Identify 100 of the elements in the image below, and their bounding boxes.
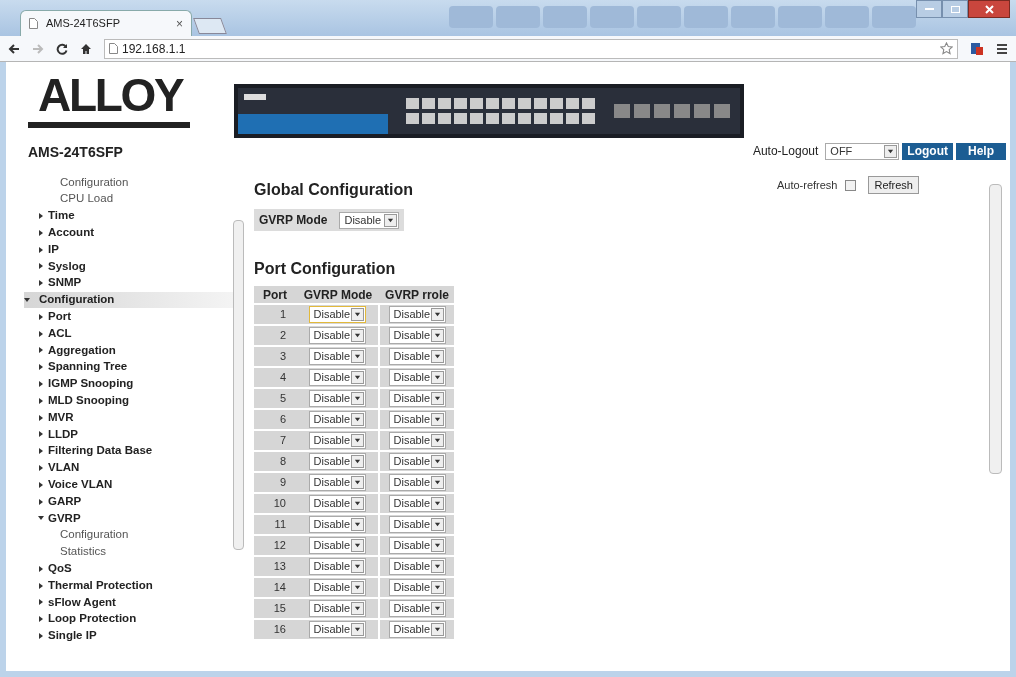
gvrp-role-select[interactable]: Disable: [388, 369, 446, 386]
select-value: Disable: [313, 538, 351, 554]
gvrp-role-select[interactable]: Disable: [388, 390, 446, 407]
auto-logout-select[interactable]: OFF: [825, 142, 900, 160]
menu-group-item[interactable]: GARP: [24, 493, 233, 510]
gvrp-role-select[interactable]: Disable: [388, 537, 446, 554]
help-button[interactable]: Help: [956, 142, 1006, 160]
browser-tab[interactable]: AMS-24T6SFP ×: [20, 10, 192, 36]
select-value: Disable: [344, 212, 382, 228]
menu-group-item[interactable]: MVR: [24, 409, 233, 426]
close-icon: [984, 4, 994, 14]
port-number: 10: [272, 496, 287, 512]
gvrp-mode-select[interactable]: Disable: [308, 306, 366, 323]
menu-group-item[interactable]: Configuration: [24, 291, 233, 309]
menu-group-item[interactable]: Filtering Data Base: [24, 442, 233, 460]
new-tab-button[interactable]: [193, 18, 227, 34]
gvrp-role-select[interactable]: Disable: [388, 327, 446, 344]
back-arrow-icon[interactable]: [8, 42, 20, 55]
gvrp-role-select[interactable]: Disable: [388, 453, 446, 470]
menu-group-item[interactable]: Voice VLAN: [24, 476, 233, 494]
gvrp-role-select[interactable]: Disable: [388, 621, 446, 638]
menu-group-item[interactable]: SNMP: [24, 274, 233, 292]
port-number: 8: [278, 454, 287, 470]
menu-group-item[interactable]: Time: [24, 207, 233, 225]
port-number: 15: [272, 601, 287, 617]
caret-icon: [433, 521, 441, 528]
select-value: Disable: [393, 349, 431, 365]
gvrp-role-select[interactable]: Disable: [388, 579, 446, 596]
menu-icon[interactable]: [996, 42, 1008, 55]
caret-icon: [433, 500, 441, 507]
gvrp-role-select[interactable]: Disable: [388, 432, 446, 449]
gvrp-mode-select[interactable]: Disable: [308, 327, 366, 344]
gvrp-mode-select[interactable]: Disable: [308, 579, 366, 596]
home-icon[interactable]: [80, 42, 92, 55]
gvrp-role-select[interactable]: Disable: [388, 306, 446, 323]
gvrp-role-select[interactable]: Disable: [388, 348, 446, 365]
gvrp-role-select[interactable]: Disable: [388, 411, 446, 428]
star-icon[interactable]: [940, 42, 953, 55]
gvrp-mode-select[interactable]: Disable: [308, 432, 366, 449]
port-number: 11: [273, 517, 287, 533]
menu-group-item[interactable]: GVRP: [24, 509, 233, 527]
gvrp-role-select[interactable]: Disable: [388, 558, 446, 575]
logout-button[interactable]: Logout: [902, 142, 953, 160]
select-value: Disable: [313, 622, 351, 638]
extension-icon[interactable]: [970, 41, 984, 56]
select-value: Disable: [313, 559, 351, 575]
select-value: Disable: [393, 307, 431, 323]
caret-icon: [353, 500, 361, 507]
gvrp-mode-select[interactable]: Disable: [308, 621, 366, 638]
close-window-button[interactable]: [968, 0, 1010, 18]
forward-arrow-icon[interactable]: [32, 42, 44, 55]
menu-group-item[interactable]: LLDP: [24, 425, 233, 443]
gvrp-role-select[interactable]: Disable: [388, 495, 446, 512]
menu-group-item[interactable]: VLAN: [24, 459, 233, 477]
select-value: Disable: [393, 391, 431, 407]
menu-group-item[interactable]: Spanning Tree: [24, 358, 233, 376]
menu-group-item[interactable]: Account: [24, 224, 233, 242]
menu-group-item[interactable]: Thermal Protection: [24, 577, 233, 594]
auto-refresh-checkbox[interactable]: [845, 179, 857, 191]
menu-group-item[interactable]: QoS: [24, 560, 233, 578]
gvrp-mode-select[interactable]: Disable: [308, 369, 366, 386]
caret-icon: [353, 542, 361, 549]
gvrp-mode-select[interactable]: Disable: [308, 558, 366, 575]
menu-group-item[interactable]: Single IP: [24, 627, 233, 645]
url-field[interactable]: 192.168.1.1: [104, 38, 958, 59]
menu-group-item[interactable]: ACL: [24, 325, 233, 342]
gvrp-mode-select[interactable]: Disable: [308, 537, 366, 554]
gvrp-mode-select[interactable]: Disable: [308, 474, 366, 491]
gvrp-mode-select[interactable]: Disable: [308, 411, 366, 428]
gvrp-mode-select[interactable]: Disable: [308, 600, 366, 617]
menu-link[interactable]: Configuration: [24, 174, 233, 191]
menu-group-item[interactable]: MLD Snooping: [24, 392, 233, 410]
menu-link[interactable]: CPU Load: [24, 190, 233, 208]
gvrp-mode-select[interactable]: Disable: [308, 495, 366, 512]
gvrp-role-select[interactable]: Disable: [388, 600, 446, 617]
reload-icon[interactable]: [56, 42, 68, 55]
gvrp-mode-select[interactable]: Disable: [339, 211, 400, 229]
menu-group-item[interactable]: sFlow Agent: [24, 593, 233, 611]
gvrp-mode-select[interactable]: Disable: [308, 348, 366, 365]
menu-group-item[interactable]: Loop Protection: [24, 610, 233, 628]
menu-group-item[interactable]: Aggregation: [24, 341, 233, 359]
gvrp-mode-select[interactable]: Disable: [308, 516, 366, 533]
menu-link[interactable]: Configuration: [24, 526, 233, 544]
tab-close-button[interactable]: ×: [176, 14, 183, 33]
caret-icon: [433, 416, 441, 423]
menu-group-item[interactable]: Port: [24, 308, 233, 326]
menu-group-item[interactable]: IP: [24, 241, 233, 258]
gvrp-mode-select[interactable]: Disable: [308, 390, 366, 407]
caret-icon: [433, 584, 441, 591]
select-value: OFF: [830, 143, 853, 159]
menu-group-item[interactable]: IGMP Snooping: [24, 375, 233, 393]
menu-group-item[interactable]: Syslog: [24, 258, 233, 275]
refresh-button[interactable]: Refresh: [868, 176, 919, 194]
select-value: Disable: [393, 538, 431, 554]
maximize-button[interactable]: [942, 0, 968, 18]
gvrp-role-select[interactable]: Disable: [388, 474, 446, 491]
gvrp-role-select[interactable]: Disable: [388, 516, 446, 533]
minimize-button[interactable]: [916, 0, 942, 18]
menu-link[interactable]: Statistics: [24, 543, 233, 561]
gvrp-mode-select[interactable]: Disable: [308, 453, 366, 470]
